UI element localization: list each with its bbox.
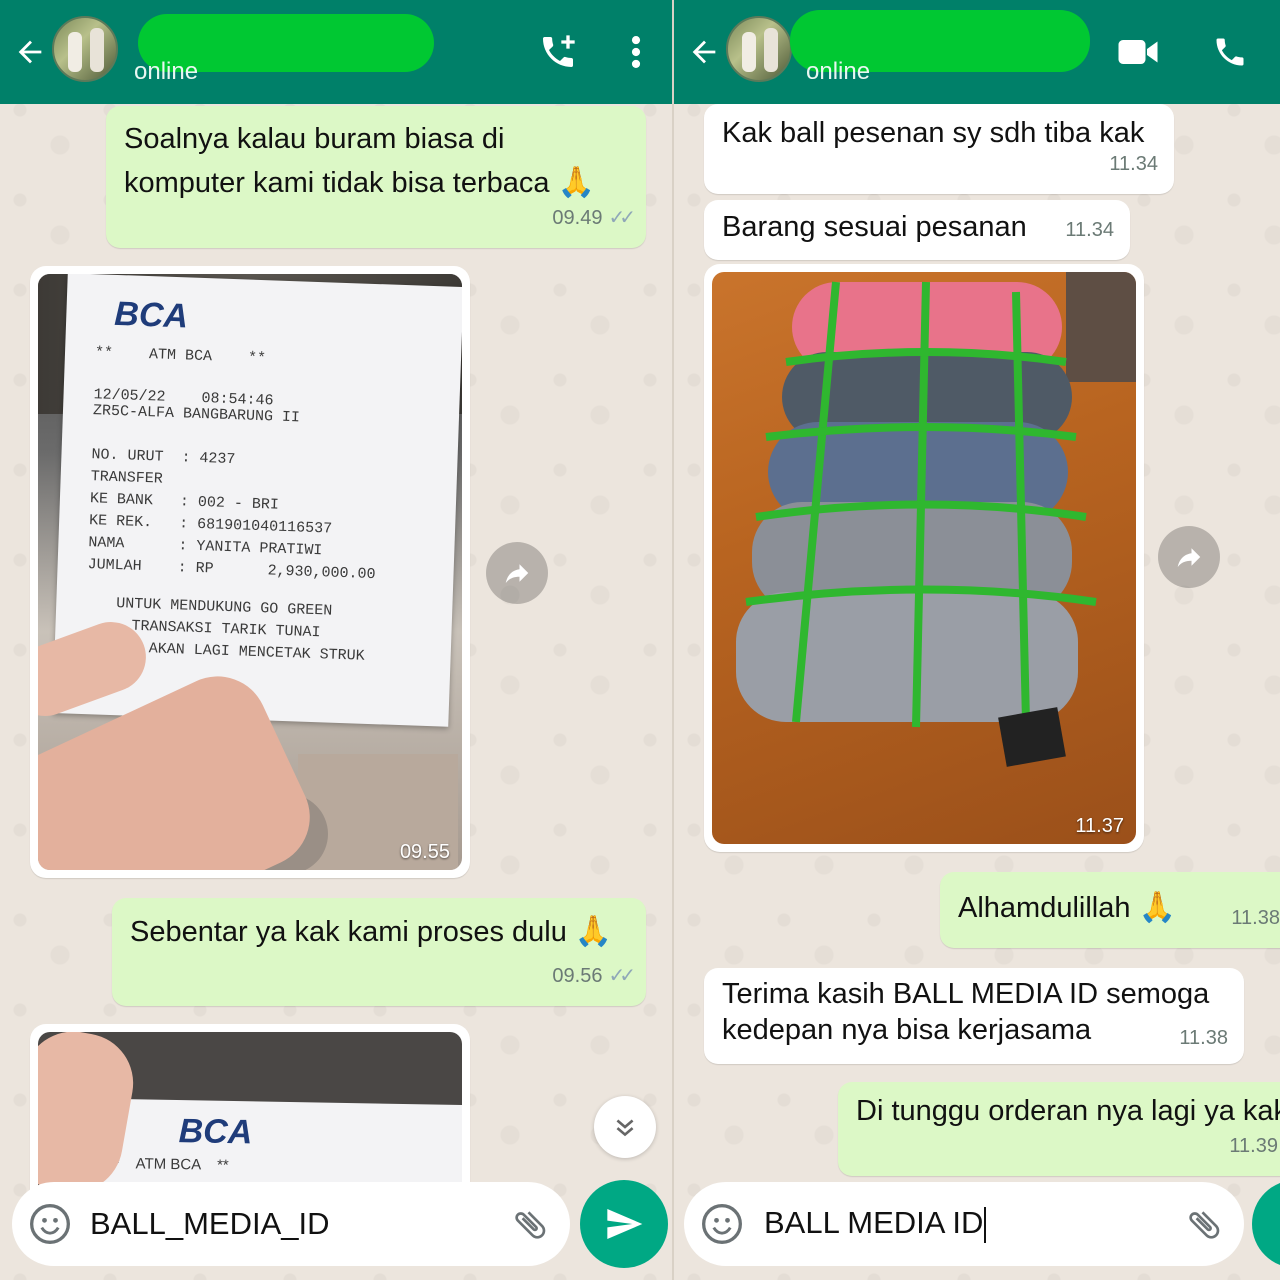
message-input-text[interactable]: BALL MEDIA ID	[764, 1205, 987, 1243]
message-time: 11.38	[1179, 1027, 1228, 1049]
emoji-icon[interactable]	[700, 1202, 744, 1251]
send-button[interactable]	[580, 1180, 668, 1268]
message-incoming[interactable]: Kak ball pesenan sy sdh tiba kak 11.34	[704, 104, 1174, 194]
message-time: 11.38	[1231, 907, 1280, 929]
avatar[interactable]	[726, 16, 792, 82]
chat-header: online	[0, 0, 672, 104]
arrow-left-icon[interactable]	[8, 30, 52, 74]
chat-header: online	[674, 0, 1280, 104]
message-text: Soalnya kalau buram biasa di komputer ka…	[124, 123, 550, 199]
send-icon	[607, 1209, 643, 1239]
message-input[interactable]: BALL MEDIA ID	[684, 1182, 1244, 1266]
double-check-icon: ✓✓	[608, 965, 635, 987]
message-time: 11.34	[1109, 153, 1158, 175]
message-outgoing[interactable]: Di tunggu orderan nya lagi ya kak 11.39	[838, 1082, 1280, 1176]
message-image-incoming[interactable]: BCA ** ATM BCA ** 12/05/22 08:54:46 ZR5C…	[30, 266, 470, 878]
message-text: Terima kasih BALL MEDIA ID semoga kedepa…	[722, 978, 1210, 1046]
bca-logo: BCA	[178, 1112, 253, 1152]
message-time: 09.49 ✓✓	[552, 197, 635, 240]
bca-logo: BCA	[113, 294, 189, 336]
message-image-incoming[interactable]: 11.37	[704, 264, 1144, 852]
paperclip-icon[interactable]	[501, 1195, 564, 1258]
message-text: Kak ball pesenan sy sdh tiba kak	[722, 117, 1145, 149]
forward-icon[interactable]	[486, 542, 548, 604]
message-time: 09.55	[399, 841, 450, 863]
pray-emoji: 🙏	[574, 915, 613, 948]
pray-emoji: 🙏	[1138, 891, 1176, 924]
message-text: Alhamdulillah	[958, 892, 1131, 924]
message-text: Barang sesuai pesanan	[722, 211, 1027, 243]
chat-pane-left: online Soalnya kalau buram biasa di komp…	[0, 0, 672, 1280]
phone-icon[interactable]	[1206, 28, 1254, 76]
message-time: 11.39	[1229, 1135, 1278, 1157]
package-photo[interactable]: 11.37	[712, 272, 1136, 844]
receipt-photo[interactable]: BCA ** ATM BCA ** 12/05/22 08:54:46 ZR5C…	[38, 274, 462, 870]
emoji-icon[interactable]	[28, 1202, 72, 1251]
add-call-icon[interactable]	[534, 28, 582, 76]
chat-pane-right: online Kak ball pesenan sy sdh tiba kak …	[672, 0, 1280, 1280]
text-cursor	[984, 1206, 987, 1243]
contact-status: online	[134, 58, 199, 85]
message-incoming[interactable]: Barang sesuai pesanan 11.34	[704, 200, 1130, 260]
contact-status: online	[806, 58, 871, 85]
double-check-icon: ✓✓	[608, 207, 635, 229]
message-incoming[interactable]: Terima kasih BALL MEDIA ID semoga kedepa…	[704, 968, 1244, 1064]
message-input[interactable]: BALL_MEDIA_ID	[12, 1182, 570, 1266]
message-time: 11.34	[1065, 219, 1114, 241]
message-time: 09.56 ✓✓	[552, 955, 635, 998]
message-input-text[interactable]: BALL_MEDIA_ID	[90, 1206, 330, 1242]
paperclip-icon[interactable]	[1175, 1195, 1238, 1258]
message-outgoing[interactable]: Soalnya kalau buram biasa di komputer ka…	[106, 106, 646, 248]
message-outgoing[interactable]: Alhamdulillah 🙏 11.38	[940, 872, 1280, 948]
arrow-left-icon[interactable]	[682, 30, 726, 74]
bale-grey	[736, 592, 1078, 722]
message-outgoing[interactable]: Sebentar ya kak kami proses dulu 🙏 09.56…	[112, 898, 646, 1006]
video-call-icon[interactable]	[1114, 28, 1162, 76]
message-text: Di tunggu orderan nya lagi ya kak	[856, 1095, 1280, 1127]
message-text: Sebentar ya kak kami proses dulu	[130, 916, 567, 948]
more-vert-icon[interactable]	[612, 28, 660, 76]
forward-icon[interactable]	[1158, 526, 1220, 588]
message-time: 11.37	[1075, 815, 1124, 837]
double-chevron-down-icon[interactable]	[594, 1096, 656, 1158]
avatar[interactable]	[52, 16, 118, 82]
